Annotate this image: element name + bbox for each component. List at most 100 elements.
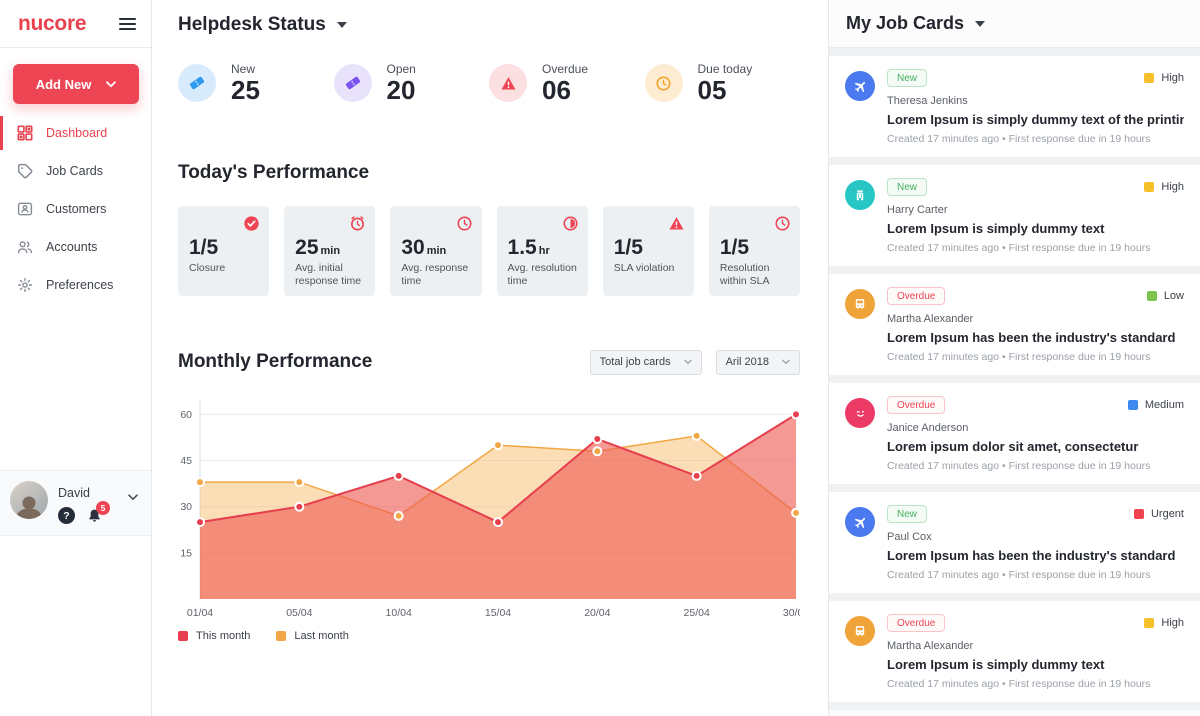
job-card[interactable]: Overdue Low Martha Alexander Lorem Ipsum…	[829, 274, 1200, 375]
status-card: Overdue 06	[489, 62, 645, 105]
clock-icon	[456, 215, 473, 232]
performance-card: 1/5 SLA violation	[603, 206, 694, 296]
job-card-title: Lorem Ipsum is simply dummy text	[887, 657, 1184, 672]
legend-label: This month	[196, 630, 250, 642]
menu-icon[interactable]	[119, 15, 136, 33]
help-icon[interactable]: ?	[58, 507, 75, 524]
clock-icon	[645, 64, 683, 102]
caret-down-icon[interactable]	[337, 22, 347, 28]
job-card[interactable]: Overdue Medium Janice Anderson Lorem ips…	[829, 383, 1200, 484]
customer-name: Theresa Jenkins	[887, 95, 1184, 107]
add-new-button[interactable]: Add New	[13, 64, 139, 104]
performance-value: 25min	[295, 237, 366, 258]
priority-badge: High	[1144, 181, 1184, 193]
job-cards-panel: My Job Cards New High Theresa Jenkins Lo…	[828, 0, 1200, 716]
job-cards-filter-select[interactable]: Total job cards	[590, 350, 702, 375]
sidebar-item-dashboard[interactable]: Dashboard	[0, 114, 151, 152]
warning-icon	[489, 64, 527, 102]
priority-badge: Medium	[1128, 399, 1184, 411]
today-performance-title: Today's Performance	[178, 162, 800, 184]
monthly-performance-chart: 1530456001/0405/0410/0415/0420/0425/0430…	[178, 397, 800, 626]
status-value: 20	[387, 76, 416, 105]
sidebar: nucore Add New Dashboard Job Cards Custo…	[0, 0, 152, 716]
airplane-icon	[845, 71, 875, 101]
main-content: Helpdesk Status New 25 Open 20 Overdue 0…	[152, 0, 828, 716]
sidebar-nav: Dashboard Job Cards Customers Accounts P…	[0, 114, 151, 304]
job-card[interactable]: New Urgent Paul Cox Lorem Ipsum has been…	[829, 492, 1200, 593]
monthly-performance-header: Monthly Performance Total job cards Aril…	[178, 350, 800, 375]
tag-icon	[17, 163, 33, 179]
ticket-icon	[178, 64, 216, 102]
customer-name: Martha Alexander	[887, 640, 1184, 652]
monthly-performance-title: Monthly Performance	[178, 351, 576, 373]
priority-swatch	[1144, 182, 1154, 192]
status-badge: Overdue	[887, 396, 945, 414]
customer-name: Martha Alexander	[887, 313, 1184, 325]
legend-swatch	[178, 631, 188, 641]
svg-text:30/04: 30/04	[783, 607, 800, 619]
svg-text:15: 15	[180, 547, 192, 559]
dashboard-icon	[17, 125, 33, 141]
sidebar-item-preferences[interactable]: Preferences	[0, 266, 151, 304]
status-badge: Overdue	[887, 614, 945, 632]
job-card-title: Lorem Ipsum has been the industry's stan…	[887, 330, 1184, 345]
status-value: 25	[231, 76, 260, 105]
job-card-title: Lorem Ipsum is simply dummy text of the …	[887, 112, 1184, 127]
job-card[interactable]: New High Harry Carter Lorem Ipsum is sim…	[829, 165, 1200, 266]
airplane-icon	[845, 507, 875, 537]
status-label: New	[231, 62, 260, 76]
performance-value: 1/5	[720, 237, 791, 258]
status-badge: New	[887, 178, 927, 196]
job-card-list: New High Theresa Jenkins Lorem Ipsum is …	[829, 48, 1200, 716]
performance-value: 1/5	[614, 237, 685, 258]
sidebar-item-job-cards[interactable]: Job Cards	[0, 152, 151, 190]
user-avatar[interactable]	[10, 481, 48, 519]
status-label: Overdue	[542, 62, 588, 76]
priority-label: High	[1161, 72, 1184, 84]
status-card: Open 20	[334, 62, 490, 105]
logo: nucore	[18, 12, 86, 36]
chevron-down-icon[interactable]	[128, 488, 138, 506]
chevron-down-icon	[782, 359, 790, 365]
today-performance-row: 1/5 Closure 25min Avg. initial response …	[178, 206, 800, 296]
legend-swatch	[276, 631, 286, 641]
svg-text:45: 45	[180, 455, 192, 467]
user-name: David	[58, 486, 102, 500]
sidebar-item-customers[interactable]: Customers	[0, 190, 151, 228]
status-badge: New	[887, 69, 927, 87]
performance-value: 1/5	[189, 237, 260, 258]
panel-filler	[829, 710, 1200, 716]
svg-text:20/04: 20/04	[584, 607, 610, 619]
face-icon	[845, 398, 875, 428]
customer-name: Paul Cox	[887, 531, 1184, 543]
job-card[interactable]: New High Theresa Jenkins Lorem Ipsum is …	[829, 56, 1200, 157]
job-card-meta: Created 17 minutes ago • First response …	[887, 133, 1184, 145]
building-icon	[845, 180, 875, 210]
performance-label: Avg. response time	[401, 262, 472, 289]
job-card-title: Lorem Ipsum is simply dummy text	[887, 221, 1184, 236]
month-filter-select[interactable]: Aril 2018	[716, 350, 800, 375]
job-card[interactable]: Overdue High Martha Alexander Lorem Ipsu…	[829, 601, 1200, 702]
performance-card: 1.5hr Avg. resolution time	[497, 206, 588, 296]
caret-down-icon[interactable]	[975, 21, 985, 27]
performance-value: 1.5hr	[508, 237, 579, 258]
job-card-title: Lorem Ipsum has been the industry's stan…	[887, 548, 1184, 563]
sidebar-item-accounts[interactable]: Accounts	[0, 228, 151, 266]
legend-item: Last month	[276, 630, 348, 642]
job-panel-title: My Job Cards	[846, 13, 964, 34]
notifications-bell[interactable]: 5	[87, 508, 102, 524]
priority-label: Low	[1164, 290, 1184, 302]
page-title: Helpdesk Status	[178, 14, 326, 36]
notification-badge: 5	[96, 501, 110, 515]
status-badge: Overdue	[887, 287, 945, 305]
logo-bar: nucore	[0, 0, 151, 48]
gear-icon	[17, 277, 33, 293]
priority-label: Urgent	[1151, 508, 1184, 520]
svg-text:10/04: 10/04	[386, 607, 412, 619]
job-card-meta: Created 17 minutes ago • First response …	[887, 678, 1184, 690]
check-circle-icon	[243, 215, 260, 232]
priority-badge: High	[1144, 617, 1184, 629]
clock-icon	[774, 215, 791, 232]
chevron-down-icon	[684, 359, 692, 365]
job-card-meta: Created 17 minutes ago • First response …	[887, 569, 1184, 581]
